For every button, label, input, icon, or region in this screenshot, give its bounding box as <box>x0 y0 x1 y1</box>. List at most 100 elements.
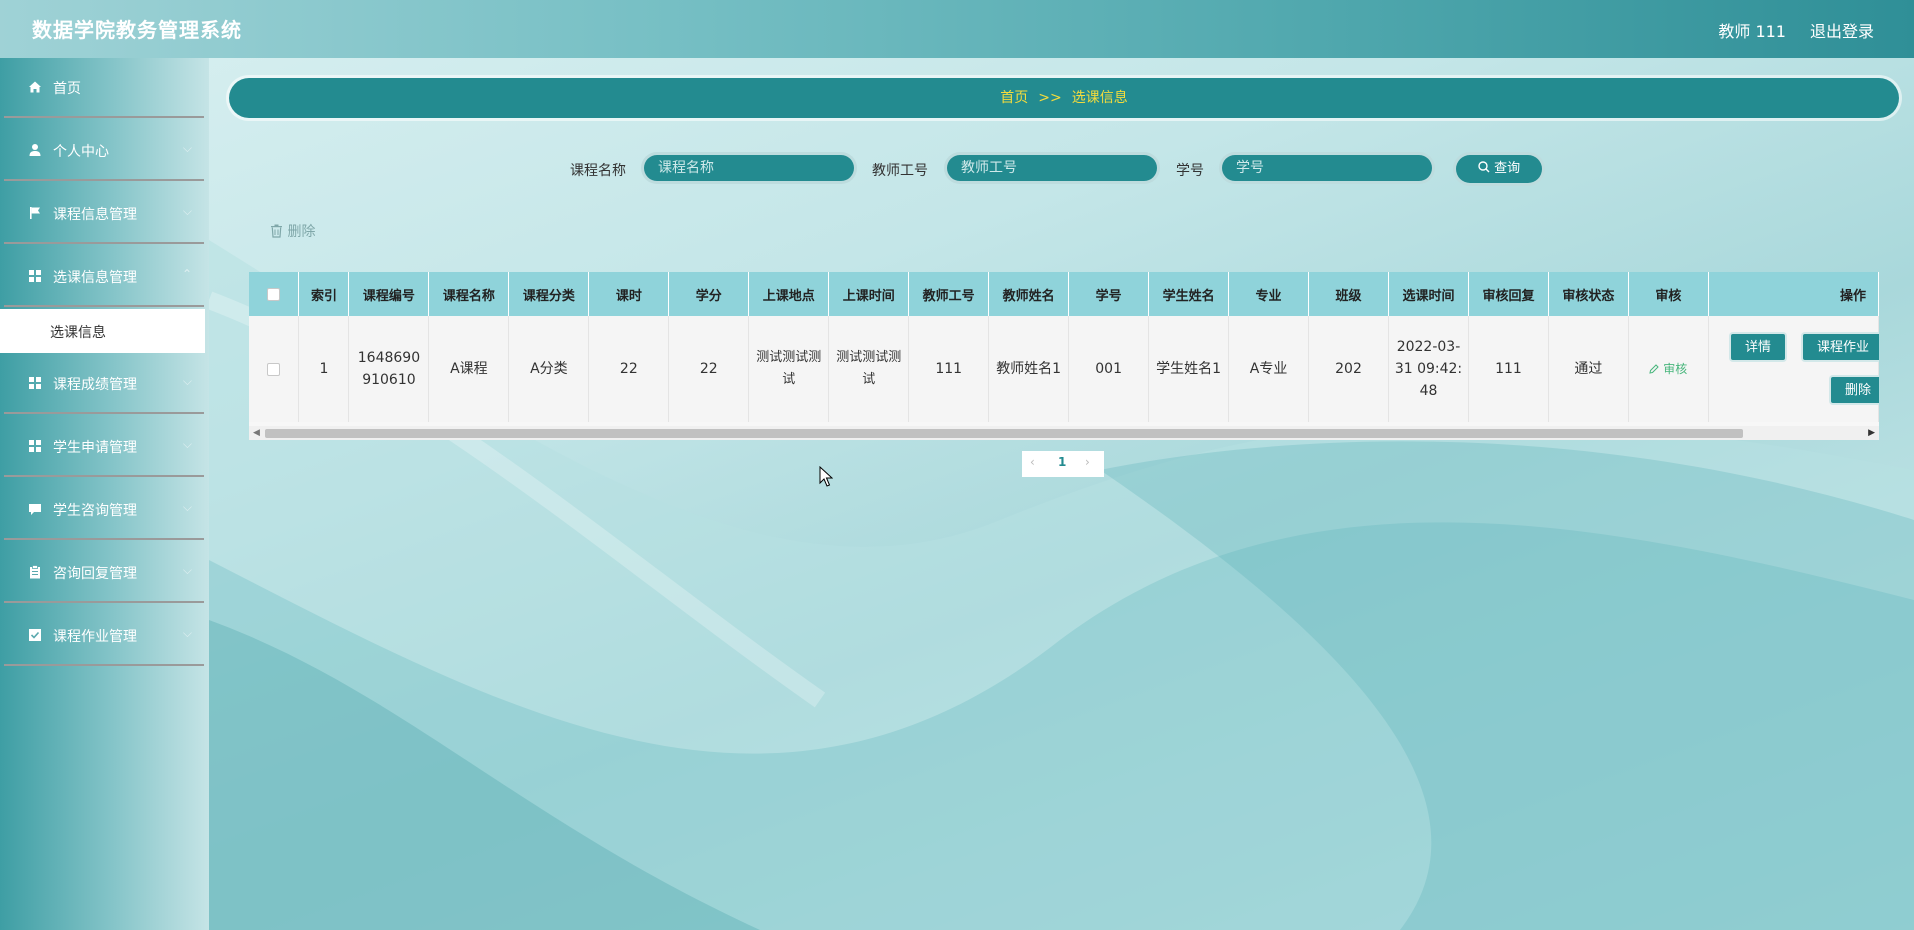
horizontal-scrollbar[interactable]: ◀ ▶ <box>249 426 1879 440</box>
page-number-1[interactable]: 1 <box>1058 455 1066 469</box>
audit-link-label: 审核 <box>1663 362 1688 376</box>
pagination: ‹ 1 › <box>1022 451 1104 477</box>
mouse-cursor-icon <box>819 466 833 487</box>
sidebar-item-homework[interactable]: 课程作业管理 ⌵ <box>4 606 204 666</box>
trash-icon <box>271 224 282 238</box>
breadcrumb: 首页 >> 选课信息 <box>229 78 1899 118</box>
home-icon <box>29 81 41 93</box>
homework-button[interactable]: 课程作业 <box>1801 332 1879 362</box>
grid-icon <box>29 440 41 452</box>
sidebar-item-label: 课程作业管理 <box>53 629 137 645</box>
column-header: 课时 <box>588 272 670 316</box>
column-header: 审核回复 <box>1468 272 1549 316</box>
sidebar-item-consult-reply[interactable]: 咨询回复管理 ⌵ <box>4 543 204 603</box>
chevron-down-icon: ⌵ <box>182 563 192 577</box>
edit-icon <box>1649 364 1660 374</box>
cell-audit-reply: 111 <box>1468 316 1549 422</box>
selection-table: 索引 课程编号 课程名称 课程分类 课时 学分 上课地点 上课时间 教师工号 教… <box>249 272 1879 440</box>
scroll-right-arrow-icon[interactable]: ▶ <box>1868 426 1875 440</box>
column-header: 审核 <box>1628 272 1709 316</box>
next-page-button[interactable]: › <box>1085 455 1090 469</box>
audit-link[interactable]: 审核 <box>1649 362 1687 376</box>
column-header: 学号 <box>1068 272 1150 316</box>
column-header: 课程名称 <box>428 272 510 316</box>
chevron-down-icon: ⌵ <box>182 204 192 218</box>
query-button[interactable]: 查询 <box>1453 152 1545 186</box>
current-user-label: 教师 111 <box>1718 22 1786 41</box>
teacher-id-input[interactable] <box>944 152 1160 184</box>
detail-button[interactable]: 详情 <box>1729 332 1788 362</box>
chevron-down-icon: ⌵ <box>182 500 192 514</box>
sidebar-item-course-info[interactable]: 课程信息管理 ⌵ <box>4 184 204 244</box>
column-header: 课程编号 <box>348 272 430 316</box>
sidebar-item-home[interactable]: 首页 <box>4 58 204 118</box>
chat-icon <box>29 504 41 515</box>
chevron-down-icon: ⌵ <box>182 626 192 640</box>
sidebar-item-student-consult[interactable]: 学生咨询管理 ⌵ <box>4 480 204 540</box>
cell-index: 1 <box>298 316 350 422</box>
column-header: 学生姓名 <box>1148 272 1230 316</box>
column-header: 教师工号 <box>908 272 990 316</box>
sidebar-item-course-selection[interactable]: 选课信息管理 ⌃ <box>4 247 204 307</box>
cell-audit: 审核 <box>1628 316 1709 422</box>
sidebar-item-personal-center[interactable]: 个人中心 ⌵ <box>4 121 204 181</box>
row-select-cell[interactable] <box>249 316 300 422</box>
sidebar-item-label: 学生申请管理 <box>53 440 137 456</box>
breadcrumb-separator: >> <box>1038 90 1062 106</box>
cell-class: 202 <box>1308 316 1389 422</box>
breadcrumb-current: 选课信息 <box>1071 90 1128 106</box>
sidebar-item-label: 个人中心 <box>53 144 109 160</box>
column-header: 选课时间 <box>1388 272 1469 316</box>
sidebar-subitem-label: 选课信息 <box>50 325 106 341</box>
chevron-down-icon: ⌵ <box>182 141 192 155</box>
select-all-checkbox[interactable] <box>267 287 281 301</box>
data-table: 索引 课程编号 课程名称 课程分类 课时 学分 上课地点 上课时间 教师工号 教… <box>249 272 1879 422</box>
sidebar-item-grades[interactable]: 课程成绩管理 ⌵ <box>4 354 204 414</box>
scrollbar-thumb[interactable] <box>265 429 1743 438</box>
cell-credits: 22 <box>668 316 750 422</box>
sidebar-item-label: 课程信息管理 <box>53 207 137 223</box>
clipboard-icon <box>30 565 40 579</box>
column-header: 学分 <box>668 272 750 316</box>
flag-icon <box>30 207 40 219</box>
column-header: 课程分类 <box>508 272 590 316</box>
student-id-label: 学号 <box>1176 163 1204 179</box>
row-delete-button[interactable]: 删除 <box>1829 375 1879 405</box>
sidebar-item-student-applications[interactable]: 学生申请管理 ⌵ <box>4 417 204 477</box>
course-name-label: 课程名称 <box>570 163 626 179</box>
background-waves <box>205 240 1914 930</box>
cell-student-id: 001 <box>1068 316 1150 422</box>
cell-audit-status: 通过 <box>1548 316 1629 422</box>
student-id-input[interactable] <box>1219 152 1435 184</box>
column-header: 班级 <box>1308 272 1389 316</box>
sidebar-item-label: 首页 <box>53 81 81 97</box>
sidebar-menu: 首页 个人中心 ⌵ 课程信息管理 ⌵ 选课信息管理 ⌃ 选课信息 课程成绩管理 … <box>0 58 209 930</box>
row-checkbox[interactable] <box>267 362 281 376</box>
prev-page-button[interactable]: ‹ <box>1030 455 1035 469</box>
column-header: 上课地点 <box>748 272 830 316</box>
batch-delete-button[interactable]: 删除 <box>270 221 315 241</box>
column-header: 操作 <box>1708 272 1879 316</box>
select-all-header[interactable] <box>249 272 300 316</box>
breadcrumb-home[interactable]: 首页 <box>1000 90 1028 106</box>
logout-link[interactable]: 退出登录 <box>1810 18 1874 42</box>
sidebar-item-label: 咨询回复管理 <box>53 566 137 582</box>
chevron-down-icon: ⌵ <box>182 374 192 388</box>
column-header: 专业 <box>1228 272 1310 316</box>
cell-major: A专业 <box>1228 316 1310 422</box>
scroll-left-arrow-icon[interactable]: ◀ <box>253 426 260 440</box>
cell-course-no: 1648690910610 <box>348 316 430 422</box>
query-button-label: 查询 <box>1494 161 1521 176</box>
checkbox-icon <box>29 629 41 641</box>
course-name-input[interactable] <box>641 152 857 184</box>
sidebar-subitem-selection-info[interactable]: 选课信息 <box>0 309 205 353</box>
sidebar-item-label: 学生咨询管理 <box>53 503 137 519</box>
cell-hours: 22 <box>588 316 670 422</box>
grid-icon <box>29 377 41 389</box>
table-row: 1 1648690910610 A课程 A分类 22 22 测试测试测试 测试测… <box>249 316 1879 422</box>
column-header: 索引 <box>298 272 350 316</box>
table-header-row: 索引 课程编号 课程名称 课程分类 课时 学分 上课地点 上课时间 教师工号 教… <box>249 272 1879 316</box>
cell-select-time: 2022-03-31 09:42:48 <box>1388 316 1469 422</box>
sidebar-item-label: 课程成绩管理 <box>53 377 137 393</box>
column-header: 审核状态 <box>1548 272 1629 316</box>
